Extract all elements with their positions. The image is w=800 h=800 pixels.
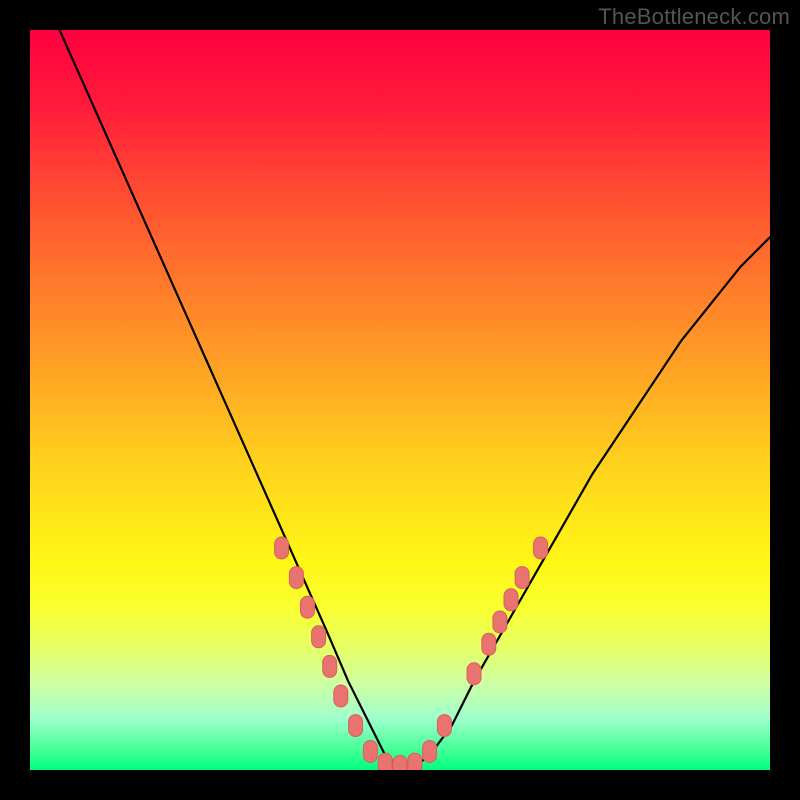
chart-frame: TheBottleneck.com [0,0,800,800]
marker-point [515,567,529,589]
marker-point [334,685,348,707]
marker-point [482,633,496,655]
marker-point [423,741,437,763]
marker-point [275,537,289,559]
marker-point [289,567,303,589]
marker-point [349,715,363,737]
marker-point [393,755,407,770]
marker-point [467,663,481,685]
marker-point [301,596,315,618]
bottleneck-curve [30,30,770,766]
marker-point [378,753,392,770]
marker-point [312,626,326,648]
plot-area [30,30,770,770]
watermark-text: TheBottleneck.com [598,4,790,30]
curve-layer [30,30,770,770]
marker-point [504,589,518,611]
marker-point [534,537,548,559]
marker-point [437,715,451,737]
marker-point [493,611,507,633]
marker-point [323,655,337,677]
marker-group [275,537,548,770]
marker-point [408,753,422,770]
marker-point [363,741,377,763]
